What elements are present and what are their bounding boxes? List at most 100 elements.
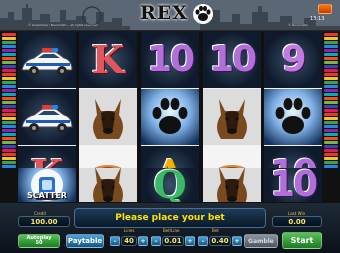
payline-indicator	[324, 73, 338, 76]
payline-indicator	[2, 65, 16, 68]
scatter-label: SCATTER	[27, 191, 67, 200]
reel-cell: SCATTER	[18, 168, 76, 202]
payline-indicator	[324, 89, 338, 92]
symbol-k: K	[91, 37, 125, 82]
paw-icon	[275, 98, 311, 134]
payline-indicator	[324, 117, 338, 120]
payline-indicator	[324, 165, 338, 168]
police-car-icon	[21, 105, 73, 133]
payline-indicator	[2, 69, 16, 72]
reel-cell: 10	[203, 32, 261, 88]
payline-indicator	[324, 109, 338, 112]
payline-indicator	[2, 133, 16, 136]
payline-indicator	[2, 85, 16, 88]
reel-cell	[79, 168, 137, 202]
bet-line-label: Bet/Line	[163, 228, 180, 233]
payline-indicator	[324, 137, 338, 140]
payline-indicator	[324, 97, 338, 100]
payline-indicator	[2, 153, 16, 156]
payline-indicator	[2, 53, 16, 56]
lines-label: Lines	[124, 228, 135, 233]
payline-indicator	[2, 125, 16, 128]
payline-indicator	[324, 93, 338, 96]
reel-cell	[203, 89, 261, 145]
version-text: © Novomatic	[288, 23, 309, 27]
payline-indicator	[2, 109, 16, 112]
payline-indicator	[324, 157, 338, 160]
betline-plus-button[interactable]: +	[185, 236, 195, 246]
payline-indicator	[324, 85, 338, 88]
police-car-icon	[21, 48, 73, 76]
payline-indicator	[324, 81, 338, 84]
reel-cell	[18, 32, 76, 88]
symbol-q: Q	[153, 168, 187, 202]
autoplay-button[interactable]: Autoplay 50	[18, 234, 60, 248]
reel-cell	[18, 89, 76, 145]
payline-indicators-right	[322, 32, 340, 202]
payline-indicator	[2, 157, 16, 160]
payline-indicator	[2, 81, 16, 84]
payline-indicator	[324, 121, 338, 124]
lines-plus-button[interactable]: +	[138, 236, 148, 246]
dog-icon	[203, 168, 261, 202]
payline-indicator	[324, 141, 338, 144]
reel-cell: 9	[264, 32, 322, 88]
dog-icon	[79, 89, 137, 145]
gamble-button[interactable]: Gamble	[244, 234, 278, 248]
payline-indicator	[2, 41, 16, 44]
message-bar: Please place your bet	[74, 208, 266, 228]
bet-line-value: 0.01	[162, 236, 184, 246]
start-button[interactable]: Start	[282, 232, 322, 249]
credit-value: 100.00	[18, 216, 70, 227]
game-logo: REX	[140, 2, 189, 24]
dog-icon	[203, 89, 261, 145]
payline-indicator	[2, 33, 16, 36]
autoplay-count: 50	[35, 240, 43, 246]
reel-cell: 10	[264, 168, 322, 202]
paytable-button[interactable]: Paytable	[66, 234, 104, 248]
bet-label: Bet	[212, 228, 219, 233]
symbol-10: 10	[146, 39, 195, 80]
reel-cell	[79, 89, 137, 145]
payline-indicators-left	[0, 32, 18, 202]
symbol-9: 9	[281, 39, 306, 80]
payline-indicator	[324, 49, 338, 52]
lines-minus-button[interactable]: –	[110, 236, 120, 246]
payline-indicator	[2, 61, 16, 64]
payline-indicator	[2, 77, 16, 80]
dog-icon	[79, 168, 137, 202]
reel-3: 10AQ	[141, 32, 199, 202]
payline-indicator	[324, 129, 338, 132]
payline-indicator	[2, 141, 16, 144]
payline-indicator	[324, 53, 338, 56]
payline-indicator	[324, 41, 338, 44]
last-win-value: 0.00	[272, 216, 322, 227]
header: REX © Greentube / Novomatic – all rights…	[0, 0, 340, 30]
reel-cell: K	[79, 32, 137, 88]
reel-2: K	[79, 32, 137, 202]
payline-indicator	[2, 113, 16, 116]
reel-4: 10	[203, 32, 261, 202]
payline-indicator	[2, 89, 16, 92]
reel-cell	[141, 89, 199, 145]
payline-indicator	[2, 37, 16, 40]
bet-minus-button[interactable]: –	[198, 236, 208, 246]
payline-indicator	[2, 57, 16, 60]
status-message: Please place your bet	[115, 213, 225, 223]
payline-indicator	[324, 69, 338, 72]
payline-indicator	[2, 149, 16, 152]
payline-indicator	[2, 73, 16, 76]
payline-indicator	[324, 161, 338, 164]
bet-plus-button[interactable]: +	[232, 236, 242, 246]
betline-minus-button[interactable]: –	[151, 236, 161, 246]
payline-indicator	[324, 33, 338, 36]
payline-indicator	[324, 105, 338, 108]
payline-indicator	[324, 133, 338, 136]
bet-value: 0.40	[209, 236, 231, 246]
payline-indicator	[2, 105, 16, 108]
payline-indicator	[2, 101, 16, 104]
copyright-text: © Greentube / Novomatic – all rights res…	[28, 23, 98, 27]
payline-indicator	[324, 113, 338, 116]
payline-indicator	[2, 137, 16, 140]
menu-button[interactable]	[318, 4, 332, 14]
